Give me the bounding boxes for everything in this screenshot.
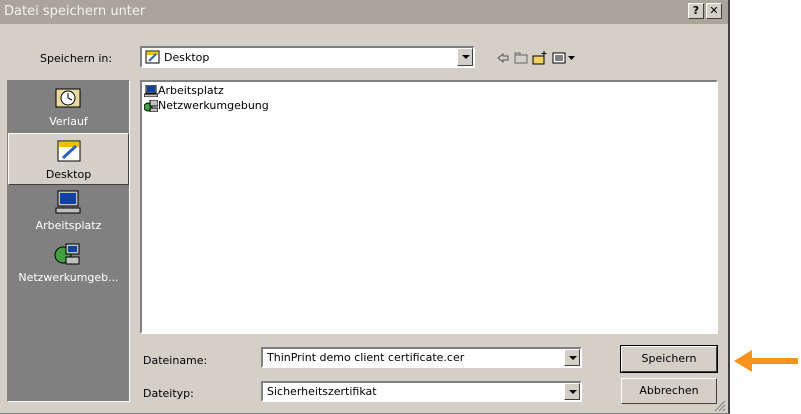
place-network-label: Netzwerkumgeb... [18,271,119,284]
list-item[interactable]: Arbeitsplatz [144,84,224,98]
view-menu-icon[interactable] [552,50,578,66]
close-button[interactable]: ✕ [706,3,722,19]
save-button[interactable]: Speichern [620,345,718,373]
desktop-icon [145,50,160,64]
place-network[interactable]: Netzwerkumgeb... [8,237,129,289]
places-bar: Verlauf Desktop Arbeitsplatz Netzwerkumg… [7,80,130,402]
network-icon [144,100,158,112]
filename-combo[interactable]: ThinPrint demo client certificate.cer [261,347,582,368]
file-name: Netzwerkumgebung [158,99,269,112]
resize-grip-icon[interactable] [714,400,726,412]
filename-value: ThinPrint demo client certificate.cer [267,351,465,364]
title-bar[interactable]: Datei speichern unter ? ✕ [0,0,728,24]
network-icon [54,243,80,265]
place-history-label: Verlauf [49,115,88,128]
save-as-dialog: Datei speichern unter ? ✕ Speichern in: … [0,0,730,414]
save-in-label: Speichern in: [40,52,113,65]
place-history[interactable]: Verlauf [8,81,129,133]
back-icon[interactable] [496,50,510,66]
chevron-down-icon[interactable] [457,48,473,66]
computer-icon [144,85,158,97]
filetype-value: Sicherheitszertifikat [267,385,377,398]
chevron-down-icon[interactable] [564,383,580,400]
help-button[interactable]: ? [688,3,704,19]
orange-arrow-icon [734,350,798,372]
place-desktop-label: Desktop [45,168,92,181]
cancel-button[interactable]: Abbrechen [621,378,717,404]
filetype-dropdown[interactable]: Sicherheitszertifikat [261,381,582,402]
save-in-value: Desktop [164,51,210,64]
dialog-title: Datei speichern unter [4,4,146,19]
place-computer-label: Arbeitsplatz [35,219,102,232]
history-icon [55,88,81,108]
place-desktop[interactable]: Desktop [8,133,129,185]
file-name: Arbeitsplatz [158,84,224,97]
list-item[interactable]: Netzwerkumgebung [144,99,269,113]
computer-icon [55,190,81,214]
new-folder-icon[interactable] [532,50,548,66]
desktop-icon [57,140,81,162]
filename-label: Dateiname: [143,354,208,367]
file-list[interactable]: Arbeitsplatz Netzwerkumgebung [140,80,718,334]
up-folder-icon[interactable] [514,50,528,66]
chevron-down-icon[interactable] [564,349,580,366]
place-computer[interactable]: Arbeitsplatz [8,185,129,237]
filetype-label: Dateityp: [143,387,194,400]
save-in-dropdown[interactable]: Desktop [140,46,475,68]
